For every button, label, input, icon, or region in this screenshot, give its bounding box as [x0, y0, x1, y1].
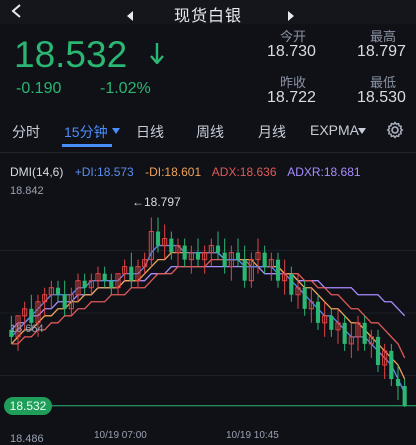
candle-body	[389, 350, 394, 380]
tab-15min[interactable]: 15分钟	[64, 122, 108, 142]
tab-daily[interactable]: 日线	[136, 122, 164, 142]
candle-body	[362, 322, 367, 344]
candle-body	[375, 336, 381, 365]
high-value: 18.797	[357, 43, 406, 60]
price-change: -0.190	[16, 80, 62, 97]
y-tick-top: 18.842	[10, 185, 44, 197]
open-value: 18.730	[267, 43, 316, 60]
candle-body	[235, 252, 241, 260]
series-line-pdi	[10, 244, 406, 394]
quote-panel: 18.532 -0.190 -1.02% 今开 18.730 最高 18.797…	[0, 24, 416, 112]
tab-15min-dropdown-icon[interactable]	[112, 128, 120, 134]
price-change-pct: -1.02%	[100, 80, 151, 97]
candle-body	[62, 294, 67, 309]
tabs-divider	[0, 152, 416, 153]
settings-icon[interactable]	[386, 121, 404, 139]
candle-body	[395, 379, 401, 387]
candle-body	[262, 252, 267, 267]
candle-body	[402, 386, 407, 406]
down-arrow-icon	[150, 43, 164, 64]
indicator-name: DMI(14,6)	[10, 165, 64, 179]
indicator-adx: ADX:18.636	[211, 165, 277, 179]
active-tab-indicator	[62, 144, 112, 147]
candle-body	[55, 287, 61, 295]
tab-intraday[interactable]: 分时	[12, 122, 40, 142]
candle-body	[289, 273, 294, 295]
low-value: 18.530	[357, 89, 406, 106]
candle-body	[275, 259, 281, 281]
candle-body	[315, 301, 321, 323]
candle-body	[182, 245, 187, 260]
prev-close-value: 18.722	[267, 89, 316, 106]
y-tick-bottom: 18.486	[10, 433, 44, 445]
candle-body	[82, 280, 87, 288]
candle-body	[169, 238, 174, 253]
current-price-tag: 18.532	[4, 397, 52, 415]
candle-body	[302, 287, 307, 309]
y-tick-mid: 18.664	[10, 323, 44, 335]
candle-body	[129, 266, 134, 281]
candle-body	[109, 280, 114, 288]
indicator-mdi: -DI:18.601	[145, 165, 202, 179]
candle-body	[155, 231, 161, 246]
candle-body	[29, 308, 34, 323]
next-instrument-icon[interactable]	[286, 11, 296, 21]
indicator-pdi: +DI:18.573	[74, 165, 134, 179]
candle-body	[195, 252, 201, 260]
tab-expma[interactable]: EXPMA	[310, 122, 359, 138]
high-annotation: ←18.797	[132, 195, 181, 209]
candle-body	[242, 259, 247, 281]
indicator-adxr: ADXR:18.681	[287, 165, 361, 179]
series-line-adxr	[10, 266, 406, 331]
x-tick-2: 10/19 10:45	[226, 430, 279, 441]
candle-body	[102, 273, 107, 281]
tab-expma-dropdown-icon[interactable]	[358, 128, 366, 134]
tab-weekly[interactable]: 周线	[196, 122, 224, 142]
candle-body	[215, 245, 221, 253]
candle-body	[329, 315, 334, 330]
tab-monthly[interactable]: 月线	[258, 122, 286, 142]
candlestick-chart[interactable]	[0, 180, 416, 445]
app: 现货白银 18.532 -0.190 -1.02% 今开 18.730 最高 1…	[0, 0, 416, 445]
x-tick-1: 10/19 07:00	[94, 430, 147, 441]
current-price: 18.532	[14, 34, 128, 75]
page-title: 现货白银	[173, 8, 242, 25]
candle-body	[342, 322, 347, 344]
indicator-legend: DMI(14,6) +DI:18.573 -DI:18.601 ADX:18.6…	[10, 165, 369, 179]
top-bar: 现货白银	[0, 0, 416, 25]
candle-body	[222, 252, 227, 267]
